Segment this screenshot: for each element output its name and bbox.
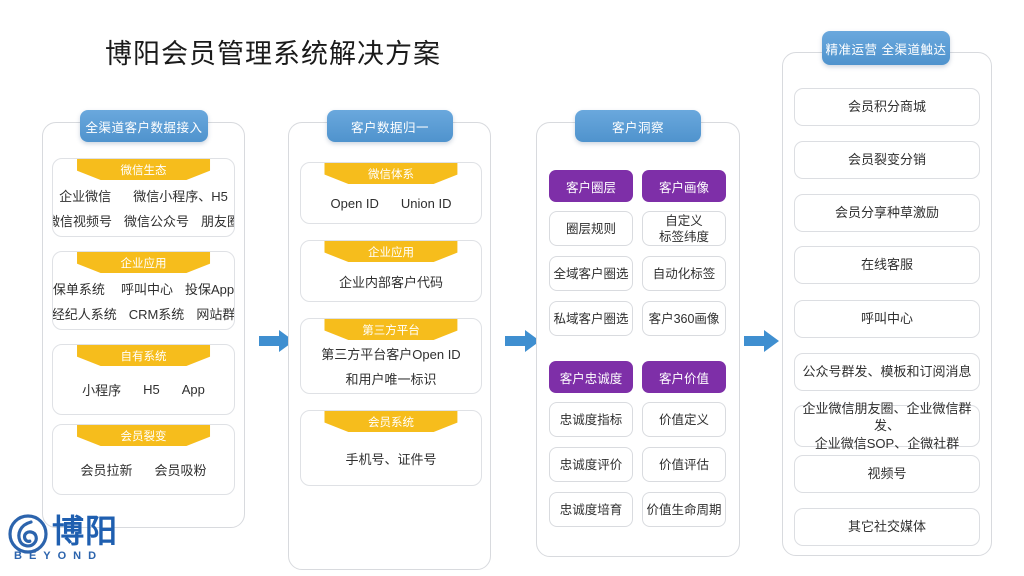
card-item: Open ID — [330, 195, 379, 211]
row-online-customer-service[interactable]: 在线客服 — [794, 246, 980, 284]
logo-english-name: BEYOND — [14, 550, 104, 562]
column-badge-1: 全渠道客户数据接入 — [80, 110, 208, 142]
row-video-account[interactable]: 视频号 — [794, 455, 980, 493]
pill-circle-rule[interactable]: 圈层规则 — [549, 211, 633, 246]
row-other-social-media[interactable]: 其它社交媒体 — [794, 508, 980, 546]
row-member-points-mall[interactable]: 会员积分商城 — [794, 88, 980, 126]
card-item: 会员拉新 — [80, 463, 133, 478]
card-body: 小程序 H5 App — [53, 369, 234, 414]
card-item: 小程序 — [82, 383, 122, 398]
group-header-customer-value[interactable]: 客户价值 — [642, 361, 726, 393]
card-banner: 企业应用 — [76, 252, 211, 273]
pill-loyalty-evaluation[interactable]: 忠诚度评价 — [549, 447, 633, 482]
pill-customer-360-profile[interactable]: 客户360画像 — [642, 301, 726, 336]
column-badge-3: 客户洞察 — [575, 110, 701, 142]
card-item: 经纪人系统 — [52, 306, 117, 322]
card-body: 保单系统 呼叫中心 投保App 经纪人系统 CRM系统 网站群 — [53, 276, 234, 329]
card-item: H5 — [143, 382, 160, 397]
brand-logo: 博阳 BEYOND — [8, 512, 138, 568]
pill-global-customer-selection[interactable]: 全域客户圈选 — [549, 256, 633, 291]
card-line: 手机号、证件号 — [345, 449, 436, 468]
pill-value-assessment[interactable]: 价值评估 — [642, 447, 726, 482]
row-call-center[interactable]: 呼叫中心 — [794, 300, 980, 338]
card-own-systems[interactable]: 自有系统 小程序 H5 App — [52, 344, 235, 415]
card-item: 企业微信 — [59, 188, 112, 204]
group-header-customer-profile[interactable]: 客户画像 — [642, 170, 726, 202]
card-item: 保单系统 — [52, 281, 105, 297]
card-wechat-system[interactable]: 微信体系 Open ID Union ID — [300, 162, 482, 224]
card-line: 会员拉新 会员吸粉 — [80, 460, 206, 479]
card-item: 网站群 — [196, 306, 235, 322]
card-item: App — [181, 382, 205, 397]
card-third-party-platform[interactable]: 第三方平台 第三方平台客户Open ID 和用户唯一标识 — [300, 318, 482, 394]
card-banner: 第三方平台 — [324, 319, 458, 340]
card-member-fission[interactable]: 会员裂变 会员拉新 会员吸粉 — [52, 424, 235, 495]
row-member-share-incentive[interactable]: 会员分享种草激励 — [794, 194, 980, 232]
card-banner: 会员系统 — [324, 411, 458, 432]
row-official-account-push[interactable]: 公众号群发、模板和订阅消息 — [794, 353, 980, 391]
card-line: 企业内部客户代码 — [339, 272, 443, 291]
card-item: 微信公众号 — [124, 213, 190, 229]
row-enterprise-wechat-channels[interactable]: 企业微信朋友圈、企业微信群发、 企业微信SOP、企微社群 — [794, 401, 980, 451]
arrow-right-icon-3 — [744, 330, 779, 352]
group-header-customer-circle[interactable]: 客户圈层 — [549, 170, 633, 202]
column-badge-4: 精准运营 全渠道触达 — [822, 31, 950, 65]
pill-automated-tag[interactable]: 自动化标签 — [642, 256, 726, 291]
card-line: Open ID Union ID — [331, 196, 452, 211]
card-wechat-ecosystem[interactable]: 微信生态 企业微信 微信小程序、H5 微信视频号 微信公众号 朋友圈 — [52, 158, 235, 237]
pill-custom-tag-dimension[interactable]: 自定义 标签纬度 — [642, 211, 726, 246]
pill-value-definition[interactable]: 价值定义 — [642, 402, 726, 437]
card-enterprise-application[interactable]: 企业应用 企业内部客户代码 — [300, 240, 482, 302]
card-item: 手机号、证件号 — [345, 451, 437, 467]
card-item: 微信小程序、H5 — [133, 188, 228, 204]
card-item: 呼叫中心 — [120, 281, 173, 297]
card-member-system[interactable]: 会员系统 手机号、证件号 — [300, 410, 482, 486]
pill-loyalty-metric[interactable]: 忠诚度指标 — [549, 402, 633, 437]
card-line: 微信视频号 微信公众号 朋友圈 — [52, 211, 234, 230]
logo-chinese-name: 博阳 — [52, 513, 119, 549]
card-line: 保单系统 呼叫中心 投保App — [53, 279, 234, 298]
card-line: 小程序 H5 App — [82, 380, 205, 399]
card-banner: 自有系统 — [76, 345, 211, 366]
card-item: 和用户唯一标识 — [345, 372, 437, 387]
diagram-canvas: 博阳会员管理系统解决方案 全渠道客户数据接入 微信生态 企业微信 微信小程序、H… — [0, 0, 1024, 576]
card-body: 企业微信 微信小程序、H5 微信视频号 微信公众号 朋友圈 — [53, 183, 234, 236]
pill-private-domain-selection[interactable]: 私域客户圈选 — [549, 301, 633, 336]
card-item: 企业内部客户代码 — [338, 274, 443, 290]
card-body: 企业内部客户代码 — [301, 265, 481, 301]
card-line: 企业微信 微信小程序、H5 — [59, 186, 228, 205]
card-line: 经纪人系统 CRM系统 网站群 — [52, 304, 235, 323]
card-enterprise-apps[interactable]: 企业应用 保单系统 呼叫中心 投保App 经纪人系统 CRM系统 网站群 — [52, 251, 235, 330]
card-banner: 会员裂变 — [76, 425, 211, 446]
column-badge-2: 客户数据归一 — [327, 110, 453, 142]
card-body: 会员拉新 会员吸粉 — [53, 449, 234, 494]
row-member-fission-distribution[interactable]: 会员裂变分销 — [794, 141, 980, 179]
card-item: 微信视频号 — [52, 213, 112, 229]
card-item: 会员吸粉 — [154, 463, 207, 478]
card-item: CRM系统 — [128, 306, 185, 322]
card-line: 第三方平台客户Open ID — [321, 344, 460, 363]
card-line: 和用户唯一标识 — [345, 369, 436, 388]
page-title: 博阳会员管理系统解决方案 — [105, 39, 441, 69]
pill-loyalty-cultivation[interactable]: 忠诚度培育 — [549, 492, 633, 527]
card-banner: 微信生态 — [76, 159, 211, 180]
pill-value-lifecycle[interactable]: 价值生命周期 — [642, 492, 726, 527]
card-item: 朋友圈 — [201, 213, 234, 229]
beyond-logo-icon — [8, 514, 48, 554]
card-banner: 微信体系 — [324, 163, 458, 184]
card-body: 手机号、证件号 — [301, 435, 481, 485]
group-header-customer-loyalty[interactable]: 客户忠诚度 — [549, 361, 633, 393]
card-item: 第三方平台客户Open ID — [321, 347, 461, 362]
card-body: 第三方平台客户Open ID 和用户唯一标识 — [301, 343, 481, 393]
card-item: Union ID — [400, 195, 452, 211]
card-item: 投保App — [184, 281, 235, 297]
card-banner: 企业应用 — [324, 241, 458, 262]
card-body: Open ID Union ID — [301, 187, 481, 223]
